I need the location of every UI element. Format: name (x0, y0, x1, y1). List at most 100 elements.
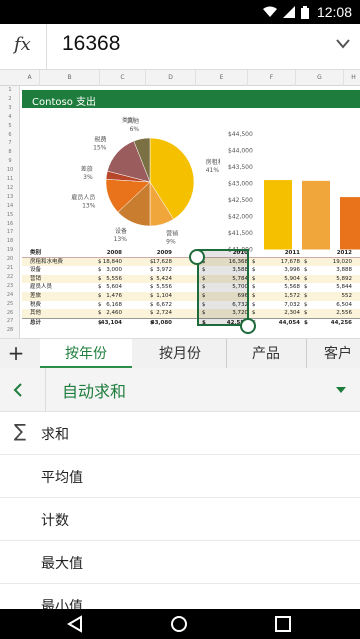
value-cell[interactable]: 7,032 (260, 301, 300, 310)
tab-product[interactable]: 产品 (228, 339, 304, 369)
column-header-g[interactable]: G (296, 70, 344, 86)
list-item-sum[interactable]: ∑ 求和 (0, 412, 360, 455)
selection-handle-bottom[interactable] (240, 318, 256, 334)
row-header[interactable]: 26 (0, 310, 20, 316)
row-header[interactable]: 4 (0, 114, 20, 120)
value-cell[interactable]: 2009 (132, 249, 172, 258)
bar[interactable] (264, 180, 292, 250)
row-header[interactable]: 25 (0, 301, 20, 307)
column-header-b[interactable]: B (40, 70, 100, 86)
row-header[interactable]: 18 (0, 238, 20, 244)
row-header[interactable]: 1 (0, 87, 20, 93)
recents-nav-icon[interactable] (274, 615, 292, 633)
column-header-f[interactable]: F (248, 70, 296, 86)
value-cell[interactable]: 17,678 (260, 258, 300, 267)
value-cell[interactable]: 5,844 (312, 283, 352, 292)
category-cell[interactable]: 类别 (30, 249, 41, 258)
value-cell[interactable]: 2011 (260, 249, 300, 258)
value-cell[interactable]: 5,904 (260, 275, 300, 284)
list-item-min[interactable]: 最小值 (0, 584, 360, 609)
column-header-d[interactable]: D (146, 70, 196, 86)
value-cell[interactable]: 3,000 (82, 266, 122, 275)
value-cell[interactable]: 2008 (82, 249, 122, 258)
value-cell[interactable]: 5,556 (82, 275, 122, 284)
table-row[interactable]: 差旅 $1,476 $1,104 $696 $1,572 $552 (22, 291, 360, 301)
table-row[interactable]: 税费 $6,168 $6,672 $6,732 $7,032 $6,504 (22, 301, 360, 310)
category-cell[interactable]: 设备 (30, 266, 41, 275)
value-cell[interactable]: 17,628 (132, 258, 172, 267)
value-cell[interactable]: 43,104 (82, 319, 122, 328)
selected-cell-range[interactable] (197, 249, 249, 326)
tab-by-month[interactable]: 按月份 (136, 339, 224, 369)
value-cell[interactable]: 552 (312, 292, 353, 301)
bar[interactable] (340, 197, 360, 250)
value-cell[interactable]: 19,020 (312, 258, 352, 267)
value-cell[interactable]: 5,892 (312, 275, 352, 284)
row-header[interactable]: 20 (0, 256, 20, 262)
table-row[interactable]: 设备 $3,000 $3,972 $3,588 $3,996 $3,888 (22, 266, 360, 275)
pie-chart[interactable]: 房租和水电费41%营销9%设备13%雇员人员13%差旅3%税费15%其他6%类别 (30, 112, 220, 252)
row-header[interactable]: 16 (0, 221, 20, 227)
value-cell[interactable]: 5,568 (260, 283, 300, 292)
value-cell[interactable]: 3,972 (132, 266, 172, 275)
dropdown-arrow-icon[interactable] (336, 387, 346, 393)
row-header[interactable]: 2 (0, 96, 20, 102)
row-header[interactable]: 15 (0, 212, 20, 218)
table-row[interactable]: 雇员人员 $5,604 $5,556 $5,700 $5,568 $5,844 (22, 283, 360, 292)
row-header[interactable]: 17 (0, 229, 20, 235)
list-item-max[interactable]: 最大值 (0, 541, 360, 584)
row-header[interactable]: 19 (0, 247, 20, 253)
row-header[interactable]: 24 (0, 292, 20, 298)
row-header[interactable]: 27 (0, 318, 20, 324)
row-header[interactable]: 12 (0, 185, 20, 191)
formula-input[interactable]: 16368 (62, 32, 120, 56)
row-header[interactable]: 9 (0, 158, 20, 164)
value-cell[interactable]: 18,840 (82, 258, 122, 267)
table-row[interactable]: 其他 $2,460 $2,724 $3,720 $2,304 $2,556 (22, 309, 360, 318)
category-cell[interactable]: 房租和水电费 (30, 258, 63, 267)
row-header[interactable]: 13 (0, 194, 20, 200)
value-cell[interactable]: 3,996 (260, 266, 300, 275)
value-cell[interactable]: 2012 (312, 249, 352, 258)
row-header[interactable]: 5 (0, 123, 20, 129)
spreadsheet-grid[interactable]: ABCDEFGH 1 2 3 4 5 6 7 8 9 10 11 12 13 14 15 16 17 18 19 20… (0, 70, 360, 338)
value-cell[interactable]: 1,572 (260, 292, 300, 301)
value-cell[interactable]: 1,104 (132, 292, 172, 301)
column-header-a[interactable]: A (20, 70, 40, 86)
selection-handle-top[interactable] (189, 249, 205, 265)
list-item-count[interactable]: 计数 (0, 498, 360, 541)
category-cell[interactable]: 税费 (30, 301, 41, 310)
row-header[interactable]: 23 (0, 283, 20, 289)
row-header[interactable]: 21 (0, 265, 20, 271)
function-icon[interactable]: fx (14, 34, 31, 55)
value-cell[interactable]: 43,080 (132, 319, 172, 328)
row-header[interactable]: 14 (0, 203, 20, 209)
row-header[interactable]: 3 (0, 105, 20, 111)
category-cell[interactable]: 差旅 (30, 292, 41, 301)
value-cell[interactable]: 2,556 (312, 309, 352, 318)
tab-by-year[interactable]: 按年份 (40, 339, 132, 369)
row-header[interactable]: 8 (0, 149, 20, 155)
chevron-down-icon[interactable] (336, 39, 350, 49)
value-cell[interactable]: 2,724 (132, 309, 172, 318)
back-button[interactable] (0, 368, 46, 412)
value-cell[interactable]: 6,168 (82, 301, 122, 310)
add-sheet-button[interactable]: + (0, 339, 32, 369)
value-cell[interactable]: 3,888 (312, 266, 352, 275)
back-nav-icon[interactable] (66, 615, 84, 633)
value-cell[interactable]: 6,504 (312, 301, 352, 310)
value-cell[interactable]: 5,424 (132, 275, 172, 284)
list-item-average[interactable]: 平均值 (0, 455, 360, 498)
value-cell[interactable]: 44,256 (312, 319, 352, 328)
row-header[interactable]: 28 (0, 327, 20, 333)
value-cell[interactable]: 6,672 (132, 301, 172, 310)
value-cell[interactable]: 5,604 (82, 283, 122, 292)
value-cell[interactable]: 2,304 (260, 309, 300, 318)
home-nav-icon[interactable] (170, 615, 188, 633)
function-panel-title[interactable]: 自动求和 (62, 378, 126, 402)
row-header[interactable]: 11 (0, 176, 20, 182)
value-cell[interactable]: 44,054 (260, 319, 300, 328)
column-header-h[interactable]: H (344, 70, 360, 86)
row-header[interactable]: 7 (0, 140, 20, 146)
category-cell[interactable]: 营销 (30, 275, 41, 284)
